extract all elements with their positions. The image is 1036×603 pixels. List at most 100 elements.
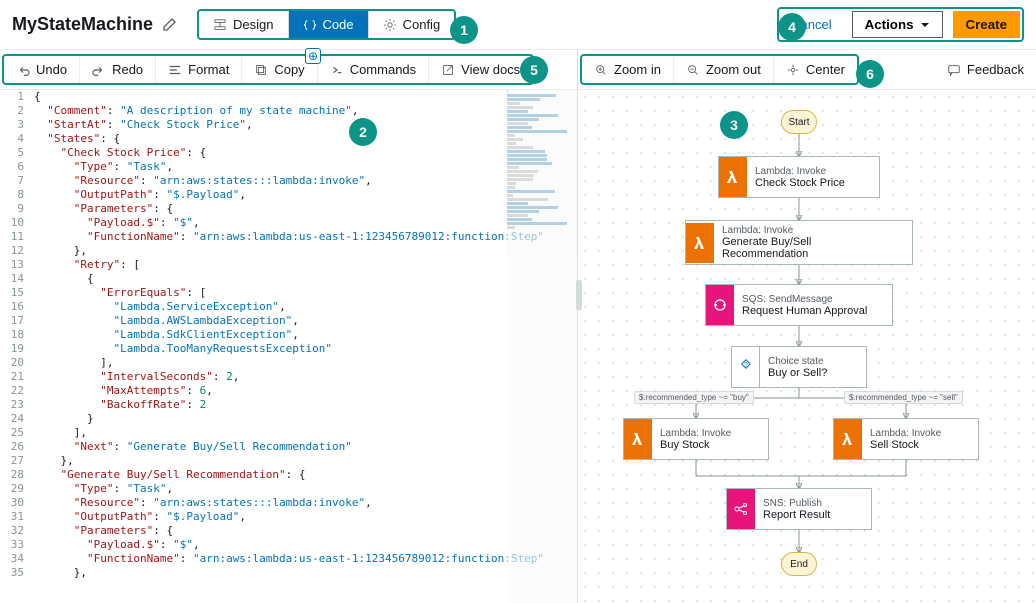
node-title: Buy or Sell? — [768, 367, 827, 379]
zoomout-icon — [686, 63, 700, 77]
zoomout-label: Zoom out — [706, 62, 761, 77]
commands-label: Commands — [350, 62, 416, 77]
callout-6: 6 — [856, 60, 884, 88]
svg-text:?: ? — [744, 362, 748, 369]
zoomout-button[interactable]: Zoom out — [674, 56, 774, 83]
edge-label-sell: $.recommended_type ~= "sell" — [844, 391, 963, 404]
node-choice[interactable]: ? Choice stateBuy or Sell? — [731, 346, 867, 388]
actions-label: Actions — [865, 17, 914, 32]
splitter-handle[interactable] — [576, 280, 582, 310]
callout-2: 2 — [349, 118, 377, 146]
sqs-icon — [706, 285, 734, 325]
node-sell[interactable]: Lambda: InvokeSell Stock — [833, 418, 979, 460]
tab-design-label: Design — [233, 17, 273, 32]
commands-icon — [330, 63, 344, 77]
node-sns[interactable]: SNS: PublishReport Result — [726, 488, 872, 530]
choice-icon: ? — [732, 347, 760, 387]
code-body[interactable]: { "Comment": "A description of my state … — [30, 90, 577, 603]
feedback-icon — [947, 63, 961, 77]
code-toolbar: Undo Redo Format Copy Commands View docs — [0, 50, 577, 90]
zoomin-icon — [594, 63, 608, 77]
add-indicator-icon[interactable]: ⊕ — [305, 48, 321, 64]
node-title: Report Result — [763, 509, 830, 521]
caret-down-icon — [920, 20, 930, 30]
copy-icon — [254, 63, 268, 77]
title-wrap: MyStateMachine — [12, 14, 177, 35]
center-icon — [786, 63, 800, 77]
node-title: Check Stock Price — [755, 177, 845, 189]
node-generate[interactable]: Lambda: InvokeGenerate Buy/Sell Recommen… — [685, 220, 913, 265]
tab-config-label: Config — [403, 17, 441, 32]
graph-canvas[interactable]: Start Lambda: InvokeCheck Stock Price La… — [578, 90, 1036, 603]
node-type: Lambda: Invoke — [755, 166, 845, 177]
feedback-button[interactable]: Feedback — [935, 56, 1036, 83]
page-title: MyStateMachine — [12, 14, 153, 35]
redo-button[interactable]: Redo — [80, 56, 156, 83]
center-label: Center — [806, 62, 845, 77]
format-button[interactable]: Format — [156, 56, 242, 83]
external-icon — [441, 63, 455, 77]
code-tool-group: Undo Redo Format Copy Commands View docs — [2, 54, 534, 85]
undo-label: Undo — [36, 62, 67, 77]
node-type: SNS: Publish — [763, 498, 830, 509]
graph-tool-group: Zoom in Zoom out Center — [580, 54, 859, 85]
callout-4: 4 — [778, 13, 806, 41]
code-icon — [303, 18, 317, 32]
callout-5: 5 — [520, 56, 548, 84]
undo-icon — [16, 63, 30, 77]
node-buy[interactable]: Lambda: InvokeBuy Stock — [623, 418, 769, 460]
lambda-icon — [686, 223, 714, 263]
node-type: Lambda: Invoke — [870, 428, 941, 439]
tab-config[interactable]: Config — [369, 11, 455, 38]
format-label: Format — [188, 62, 229, 77]
end-cap[interactable]: End — [781, 552, 817, 576]
zoomin-button[interactable]: Zoom in — [582, 56, 674, 83]
sns-icon — [727, 489, 755, 529]
node-title: Sell Stock — [870, 439, 941, 451]
node-type: Lambda: Invoke — [660, 428, 731, 439]
main: Undo Redo Format Copy Commands View docs… — [0, 50, 1036, 603]
edit-icon[interactable] — [161, 17, 177, 33]
center-button[interactable]: Center — [774, 56, 857, 83]
line-gutter: 1234567891011121314151617181920212223242… — [0, 90, 30, 603]
minimap[interactable] — [507, 90, 577, 603]
node-title: Request Human Approval — [742, 305, 867, 317]
commands-button[interactable]: Commands — [318, 56, 429, 83]
viewdocs-button[interactable]: View docs — [429, 56, 532, 83]
tab-code[interactable]: Code — [289, 11, 369, 38]
node-type: SQS: SendMessage — [742, 294, 867, 305]
edge-label-buy: $.recommended_type ~= "buy" — [634, 391, 754, 404]
callout-1: 1 — [450, 16, 478, 44]
header: MyStateMachine Design Code Config Cancel… — [0, 0, 1036, 50]
tab-code-label: Code — [323, 17, 354, 32]
feedback-label: Feedback — [967, 62, 1024, 77]
node-title: Buy Stock — [660, 439, 731, 451]
redo-label: Redo — [112, 62, 143, 77]
actions-button[interactable]: Actions — [852, 11, 943, 38]
node-sqs[interactable]: SQS: SendMessageRequest Human Approval — [705, 284, 893, 326]
start-cap[interactable]: Start — [781, 110, 817, 134]
config-icon — [383, 18, 397, 32]
mode-tabs: Design Code Config — [197, 9, 456, 40]
zoomin-label: Zoom in — [614, 62, 661, 77]
code-pane: Undo Redo Format Copy Commands View docs… — [0, 50, 578, 603]
node-title: Generate Buy/Sell Recommendation — [722, 236, 900, 260]
graph-pane: Zoom in Zoom out Center Feedback Start — [578, 50, 1036, 603]
callout-3: 3 — [720, 111, 748, 139]
node-type: Choice state — [768, 356, 827, 367]
viewdocs-label: View docs — [461, 62, 520, 77]
tab-design[interactable]: Design — [199, 11, 288, 38]
graph-toolbar: Zoom in Zoom out Center Feedback — [578, 50, 1036, 90]
format-icon — [168, 63, 182, 77]
node-check-stock[interactable]: Lambda: InvokeCheck Stock Price — [718, 156, 880, 198]
create-button[interactable]: Create — [953, 11, 1021, 38]
copy-label: Copy — [274, 62, 304, 77]
redo-icon — [92, 63, 106, 77]
design-icon — [213, 18, 227, 32]
undo-button[interactable]: Undo — [4, 56, 80, 83]
lambda-icon — [624, 419, 652, 459]
lambda-icon — [834, 419, 862, 459]
code-editor[interactable]: 1234567891011121314151617181920212223242… — [0, 90, 577, 603]
node-type: Lambda: Invoke — [722, 225, 900, 236]
header-actions: Cancel Actions Create — [777, 7, 1024, 42]
